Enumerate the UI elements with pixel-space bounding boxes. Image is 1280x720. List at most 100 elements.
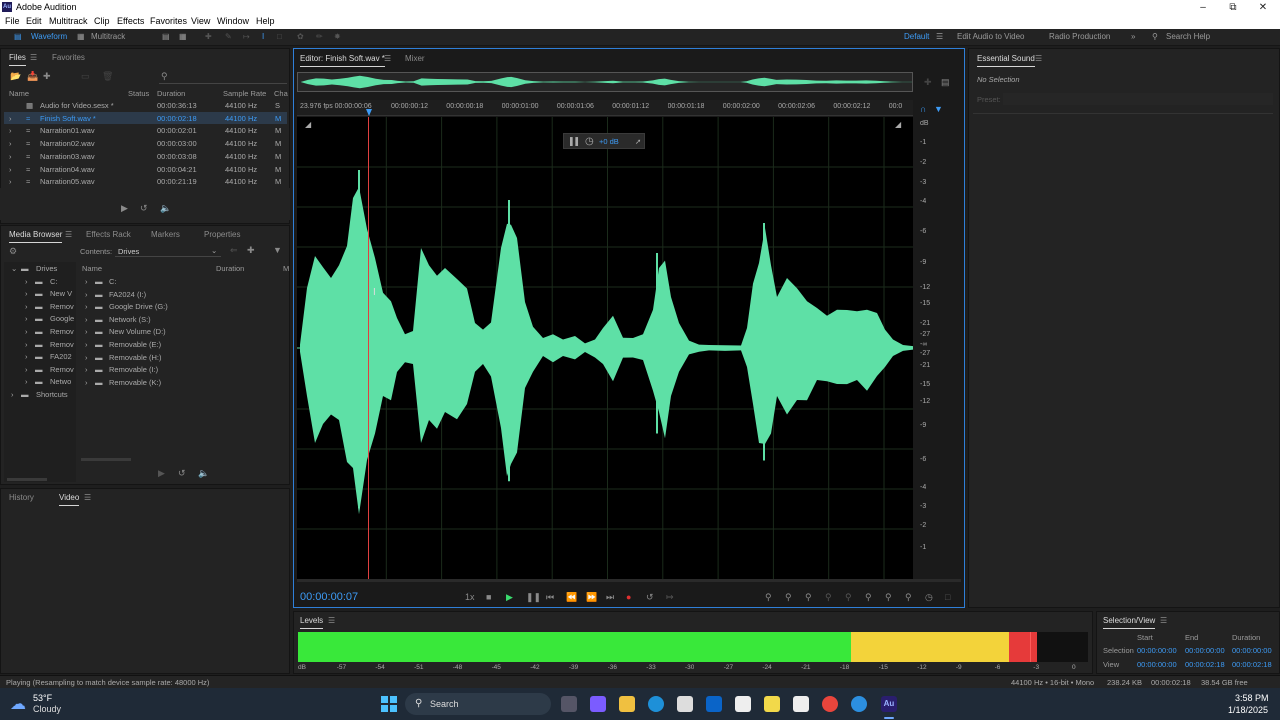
media-browser-item[interactable]: Google Drive (G:) <box>109 302 168 311</box>
fast-forward-icon[interactable]: ⏩ <box>586 592 597 602</box>
outlook-icon[interactable] <box>706 696 722 712</box>
mb-play-icon[interactable]: ▶ <box>158 468 165 478</box>
slip-tool-icon[interactable]: ↦ <box>243 32 250 41</box>
file-row-name[interactable]: Narration05.wav <box>40 177 95 186</box>
rewind-icon[interactable]: ⏪ <box>566 592 577 602</box>
close-icon[interactable]: ✕ <box>1248 0 1278 15</box>
menu-favorites[interactable]: Favorites <box>150 16 187 26</box>
expand-chevron-icon[interactable]: › <box>9 165 12 174</box>
item-chevron-icon[interactable]: › <box>85 365 88 374</box>
file-row-name[interactable]: Narration04.wav <box>40 165 95 174</box>
corner-handle-right-icon[interactable]: ◢ <box>895 120 901 130</box>
weather-cloud-icon[interactable]: ☁ <box>10 694 26 714</box>
tree-chevron-icon[interactable]: › <box>25 289 28 298</box>
loop-playback-icon[interactable]: ↺ <box>646 592 654 602</box>
essential-sound-menu-icon[interactable]: ☰ <box>1035 54 1042 64</box>
task-view-icon[interactable] <box>561 696 577 712</box>
time-selection-tool-icon[interactable]: I <box>262 32 264 41</box>
menu-help[interactable]: Help <box>256 16 275 26</box>
tree-scrollbar[interactable] <box>7 478 47 481</box>
tab-favorites[interactable]: Favorites <box>52 53 85 62</box>
tree-item[interactable]: Remov <box>50 302 76 311</box>
playback-rate[interactable]: 1x <box>465 592 475 602</box>
item-chevron-icon[interactable]: › <box>85 277 88 286</box>
zoom-fit-icon[interactable]: □ <box>945 592 950 602</box>
tree-chevron-icon[interactable]: › <box>25 277 28 286</box>
tree-item[interactable]: Google <box>50 314 76 323</box>
taskbar-search-box[interactable]: ⚲ Search <box>405 693 551 715</box>
sv-view-end[interactable]: 00:00:02:18 <box>1185 660 1225 669</box>
time-ruler[interactable]: 23.976 fps 00:00:00:06 00:00:00:12 00:00:0… <box>297 100 913 116</box>
waveform-mode-button[interactable]: Waveform <box>31 32 67 41</box>
tree-item[interactable]: Netwo <box>50 377 76 386</box>
video-menu-icon[interactable]: ☰ <box>84 493 91 503</box>
weather-condition[interactable]: Cloudy <box>33 704 61 714</box>
play-preview-icon[interactable]: ▶ <box>121 203 128 213</box>
levels-title[interactable]: Levels <box>300 616 324 629</box>
mb-col-duration[interactable]: Duration <box>216 264 244 273</box>
tree-chevron-icon[interactable]: › <box>25 365 28 374</box>
essential-sound-title[interactable]: Essential Sound <box>977 54 1035 67</box>
item-chevron-icon[interactable]: › <box>85 315 88 324</box>
spot-healing-tool-icon[interactable]: ✸ <box>334 32 341 41</box>
sv-selection-end[interactable]: 00:00:00:00 <box>1185 646 1225 655</box>
menu-edit[interactable]: Edit <box>26 16 42 26</box>
col-name[interactable]: Name <box>9 89 29 98</box>
tree-item[interactable]: Remov <box>50 365 76 374</box>
menu-window[interactable]: Window <box>217 16 249 26</box>
corner-handle-left-icon[interactable]: ◢ <box>305 120 311 130</box>
expand-chevron-icon[interactable]: › <box>9 114 12 123</box>
multitrack-mode-icon[interactable]: ▦ <box>77 32 85 41</box>
tab-media-browser[interactable]: Media Browser <box>9 230 63 243</box>
workspace-menu-icon[interactable]: ☰ <box>936 32 943 41</box>
zoom-out-full-icon[interactable]: ⚲ <box>805 592 812 602</box>
drive-icon[interactable]: ⚙ <box>9 246 17 256</box>
tab-files[interactable]: Files <box>9 53 26 66</box>
zoom-out-amplitude-icon[interactable]: ⚲ <box>785 592 792 602</box>
tree-chevron-icon[interactable]: › <box>25 377 28 386</box>
snap-icon[interactable]: ∩ <box>920 104 926 114</box>
more-workspaces-icon[interactable]: » <box>1131 32 1135 41</box>
media-browser-item[interactable]: Removable (I:) <box>109 365 158 374</box>
sv-selection-start[interactable]: 00:00:00:00 <box>1137 646 1177 655</box>
add-shortcut-icon[interactable]: ✚ <box>247 245 255 255</box>
marquee-tool-icon[interactable]: □ <box>277 32 282 41</box>
media-browser-item[interactable]: C: <box>109 277 117 286</box>
open-file-icon[interactable]: 📂 <box>10 71 21 81</box>
zoom-reset-icon[interactable]: ◷ <box>925 592 933 602</box>
tab-editor[interactable]: Editor: Finish Soft.wav * <box>300 54 385 67</box>
expand-chevron-icon[interactable]: › <box>9 152 12 161</box>
skip-selection-icon[interactable]: ↦ <box>666 592 674 602</box>
zoom-out-full-time-icon[interactable]: ⚲ <box>905 592 912 602</box>
pause-icon[interactable]: ❚❚ <box>526 592 541 602</box>
expand-chevron-icon[interactable]: › <box>9 139 12 148</box>
expand-chevron-icon[interactable]: › <box>9 177 12 186</box>
file-row-name[interactable]: Finish Soft.wav * <box>40 114 96 123</box>
workspace-default[interactable]: Default <box>904 32 929 41</box>
item-chevron-icon[interactable]: › <box>85 340 88 349</box>
menu-file[interactable]: File <box>5 16 20 26</box>
files-menu-icon[interactable]: ☰ <box>30 53 37 63</box>
clock-date[interactable]: 1/18/2025 <box>1228 705 1268 715</box>
zoom-in-point-icon[interactable]: ⚲ <box>845 592 852 602</box>
search-help-input[interactable]: Search Help <box>1166 32 1210 41</box>
media-browser-menu-icon[interactable]: ☰ <box>65 230 72 240</box>
mb-col-name[interactable]: Name <box>82 264 102 273</box>
media-browser-item[interactable]: New Volume (D:) <box>109 327 166 336</box>
brush-tool-icon[interactable]: ✏ <box>316 32 323 41</box>
record-icon[interactable]: ● <box>626 592 631 602</box>
item-chevron-icon[interactable]: › <box>85 378 88 387</box>
go-to-start-icon[interactable]: ⏮ <box>546 592 554 602</box>
chrome-profile-icon[interactable] <box>851 696 867 712</box>
tree-chevron-icon[interactable]: › <box>11 390 14 399</box>
tree-chevron-icon[interactable]: › <box>25 352 28 361</box>
document-2-icon[interactable] <box>793 696 809 712</box>
filter-search-icon[interactable]: ⚲ <box>161 71 168 81</box>
tree-chevron-icon[interactable]: › <box>25 327 28 336</box>
hud-pin-icon[interactable]: ➚ <box>635 137 641 146</box>
selection-view-title[interactable]: Selection/View <box>1103 616 1156 629</box>
import-file-icon[interactable]: 📥 <box>27 71 38 81</box>
item-chevron-icon[interactable]: › <box>85 353 88 362</box>
menu-clip[interactable]: Clip <box>94 16 110 26</box>
item-chevron-icon[interactable]: › <box>85 302 88 311</box>
